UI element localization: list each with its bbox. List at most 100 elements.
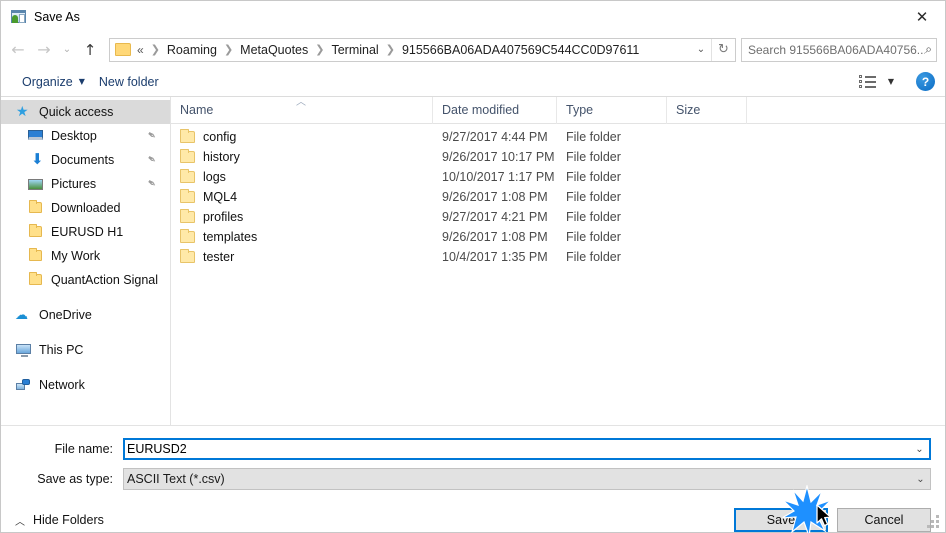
sidebar-item-my-work[interactable]: My Work — [1, 244, 170, 268]
file-name-value: EURUSD2 — [127, 442, 187, 456]
pin-icon[interactable]: ✒ — [144, 152, 159, 168]
folder-icon — [27, 200, 44, 216]
cell-name: profiles — [171, 209, 433, 224]
sidebar-item-downloaded[interactable]: Downloaded — [1, 196, 170, 220]
column-header-name-label: Name — [180, 103, 214, 117]
cell-date-modified: 10/4/2017 1:35 PM — [442, 250, 548, 264]
hide-folders-button[interactable]: ︿ Hide Folders — [15, 513, 104, 528]
organize-button[interactable]: Organize ▼ — [15, 72, 92, 92]
onedrive-icon: ☁ — [15, 308, 28, 323]
sidebar-item-label: Downloaded — [51, 201, 121, 215]
refresh-icon[interactable]: ↻ — [711, 38, 735, 61]
folder-icon — [27, 224, 44, 240]
table-row[interactable]: profiles 9/27/2017 4:21 PM File folder — [171, 207, 945, 227]
address-bar[interactable]: « ❯ Roaming ❯ MetaQuotes ❯ Terminal ❯ 91… — [109, 37, 736, 62]
sidebar-item-pictures[interactable]: Pictures ✒ — [1, 172, 170, 196]
sidebar-item-quick-access[interactable]: ★ Quick access — [1, 100, 170, 124]
up-arrow-icon[interactable]: ↑ — [77, 37, 103, 63]
cell-type: File folder — [566, 210, 621, 224]
cell-date-modified: 9/26/2017 10:17 PM — [442, 150, 555, 164]
file-name-chevron-down-icon[interactable]: ⌄ — [910, 444, 929, 455]
search-icon: ⌕ — [925, 42, 932, 56]
sidebar-item-label: EURUSD H1 — [51, 225, 124, 239]
new-folder-button[interactable]: New folder — [92, 72, 166, 92]
pin-icon[interactable]: ✒ — [144, 176, 159, 192]
breadcrumb-item-metaquotes[interactable]: MetaQuotes — [238, 43, 310, 57]
column-header-name[interactable]: Name ︿ — [171, 96, 433, 124]
save-as-type-row: Save as type: ASCII Text (*.csv) ⌄ — [15, 468, 931, 490]
file-name-text: templates — [203, 230, 258, 244]
chevron-up-icon: ︿ — [15, 516, 25, 528]
cell-date-modified: 9/27/2017 4:21 PM — [442, 210, 548, 224]
column-header-type[interactable]: Type — [557, 96, 667, 124]
recent-locations-chevron-down-icon[interactable]: ⌄ — [57, 37, 77, 63]
cancel-button[interactable]: Cancel — [837, 508, 931, 532]
file-name-text: MQL4 — [203, 190, 238, 204]
search-placeholder: Search 915566BA06ADA40756... — [748, 42, 926, 57]
breadcrumb-separator: ❯ — [150, 43, 160, 56]
help-button[interactable]: ? — [916, 72, 935, 91]
view-chevron-down-icon[interactable]: ▼ — [888, 77, 894, 86]
sidebar-item-eurusd-h1[interactable]: EURUSD H1 — [1, 220, 170, 244]
command-toolbar: Organize ▼ New folder ▼ ? — [1, 67, 945, 97]
save-as-type-chevron-down-icon[interactable]: ⌄ — [911, 474, 930, 485]
cell-name: history — [171, 149, 433, 164]
table-row[interactable]: templates 9/26/2017 1:08 PM File folder — [171, 227, 945, 247]
cell-type: File folder — [566, 150, 621, 164]
file-name-text: config — [203, 130, 237, 144]
desktop-icon — [27, 128, 44, 144]
forward-arrow-icon[interactable]: → — [31, 37, 57, 63]
sidebar-item-network[interactable]: Network — [1, 373, 170, 397]
file-name-text: history — [203, 150, 240, 164]
this-pc-icon — [15, 342, 32, 358]
folder-icon — [180, 169, 195, 183]
cell-type: File folder — [566, 250, 621, 264]
documents-icon: ⬇ — [31, 150, 44, 168]
table-row[interactable]: tester 10/4/2017 1:35 PM File folder — [171, 247, 945, 267]
sidebar-item-onedrive[interactable]: ☁ OneDrive — [1, 303, 170, 327]
address-chevron-down-icon[interactable]: ⌄ — [691, 44, 711, 55]
save-button[interactable]: Save — [734, 508, 828, 532]
folder-icon — [180, 249, 195, 263]
breadcrumb-item-terminal-id[interactable]: 915566BA06ADA407569C544CC0D97611 — [400, 43, 641, 57]
sidebar-item-quantaction-signal[interactable]: QuantAction Signal — [1, 268, 170, 292]
save-as-type-label: Save as type: — [37, 472, 113, 486]
breadcrumb-separator: ❯ — [223, 43, 234, 56]
navigation-bar: ← → ⌄ ↑ « ❯ Roaming ❯ MetaQuotes ❯ Termi… — [1, 32, 945, 67]
save-as-type-select[interactable]: ASCII Text (*.csv) ⌄ — [123, 468, 931, 490]
file-name-input[interactable]: EURUSD2 ⌄ — [123, 438, 931, 460]
column-header-date-modified[interactable]: Date modified — [433, 96, 557, 124]
close-icon[interactable]: ✕ — [899, 1, 945, 32]
sidebar-item-desktop[interactable]: Desktop ✒ — [1, 124, 170, 148]
save-as-icon — [10, 9, 27, 25]
sort-ascending-icon: ︿ — [296, 96, 306, 108]
sidebar-item-documents[interactable]: ⬇ Documents ✒ — [1, 148, 170, 172]
breadcrumb-item-terminal[interactable]: Terminal — [329, 43, 380, 57]
cell-type: File folder — [566, 130, 621, 144]
view-options-icon[interactable] — [855, 72, 880, 91]
breadcrumb-root[interactable]: « — [135, 43, 146, 57]
search-input[interactable]: Search 915566BA06ADA40756... ⌕ — [741, 37, 937, 62]
cell-name: tester — [171, 249, 433, 264]
table-row[interactable]: MQL4 9/26/2017 1:08 PM File folder — [171, 187, 945, 207]
dialog-footer: File name: EURUSD2 ⌄ Save as type: ASCII… — [1, 425, 945, 532]
pin-icon[interactable]: ✒ — [144, 128, 159, 144]
sidebar-item-this-pc[interactable]: This PC — [1, 338, 170, 362]
pictures-icon — [27, 176, 44, 192]
back-arrow-icon[interactable]: ← — [5, 37, 31, 63]
column-header-size[interactable]: Size — [667, 96, 747, 124]
sidebar-item-label: Pictures — [51, 177, 97, 191]
network-icon — [15, 377, 32, 393]
organize-label: Organize — [22, 74, 73, 89]
button-row: ︿ Hide Folders Save Cancel — [15, 498, 931, 532]
table-row[interactable]: config 9/27/2017 4:44 PM File folder — [171, 127, 945, 147]
title-bar: Save As ✕ — [1, 1, 945, 32]
table-row[interactable]: logs 10/10/2017 1:17 PM File folder — [171, 167, 945, 187]
breadcrumb-item-roaming[interactable]: Roaming — [165, 43, 219, 57]
cell-type: File folder — [566, 230, 621, 244]
cell-name: logs — [171, 169, 433, 184]
table-row[interactable]: history 9/26/2017 10:17 PM File folder — [171, 147, 945, 167]
cell-name: templates — [171, 229, 433, 244]
hide-folders-label: Hide Folders — [33, 513, 104, 527]
file-name-label: File name: — [54, 442, 113, 456]
